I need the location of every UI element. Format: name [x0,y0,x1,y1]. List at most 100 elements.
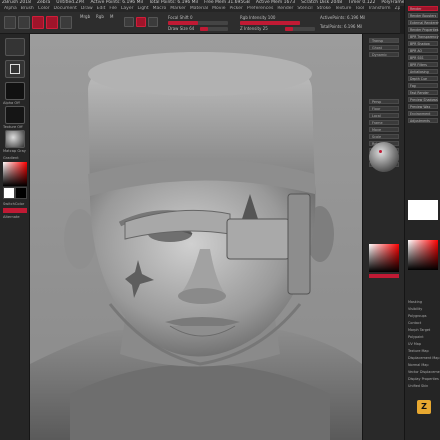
render-menu-item[interactable]: Render [408,6,438,11]
render-menu-item[interactable]: Depth Cue [408,76,438,81]
menu-item-layer[interactable]: Layer [121,6,134,11]
menu-item-macro[interactable]: Macro [153,6,167,11]
switch-color-label[interactable]: SwitchColor [3,202,24,206]
draw-size-slider[interactable] [200,27,228,31]
menu-item-draw[interactable]: Draw [81,6,93,11]
menu-item-edit[interactable]: Edit [97,6,106,11]
render-menu-item[interactable]: BPR Shadow [408,41,438,46]
view-button-persp[interactable]: Persp [369,99,399,104]
menu-item-preferences[interactable]: Preferences [247,6,273,11]
menu-item-document[interactable]: Document [54,6,77,11]
render-menu-label: BPR Filters [410,63,427,67]
tool-subpalette-item[interactable]: Contact [408,321,421,325]
canvas-viewport[interactable] [30,34,362,440]
alpha-selector-button[interactable] [5,82,25,100]
tool-subpalette-item[interactable]: Polypaint [408,335,424,339]
render-menu-item[interactable]: Fog [408,83,438,88]
menu-item-texture[interactable]: Texture [335,6,351,11]
view-button-scale[interactable]: Scale [369,134,399,139]
tool-subpalette-item[interactable]: Masking [408,300,422,304]
tool-subpalette-item[interactable]: UV Map [408,342,421,346]
render-menu-item[interactable]: BPR AO [408,48,438,53]
menu-item-marker[interactable]: Marker [170,6,186,11]
main-color-preview[interactable] [408,200,438,220]
view-button-frame[interactable]: Frame [369,120,399,125]
menu-item-light[interactable]: Light [137,6,148,11]
right-color-picker[interactable] [369,244,399,272]
render-menu-label: External Renderer [410,21,439,25]
render-menu-label: Preview Shadows [410,98,438,102]
alternate-label[interactable]: Alternate [3,215,20,219]
render-menu-item[interactable]: External Renderer [408,20,439,25]
menu-item-render[interactable]: Render [277,6,293,11]
z-intensity-slider[interactable] [285,27,315,31]
texture-selector-button[interactable] [5,106,25,124]
render-menu-item[interactable]: Environment [408,111,438,116]
render-menu-item[interactable]: Render Boosters [408,13,438,18]
render-menu-item[interactable]: Antialiasing [408,69,438,74]
render-menu-item[interactable]: Preview Wax [408,104,438,109]
draw-button[interactable] [18,16,30,29]
rotate-button[interactable] [60,16,72,29]
view-button-ghost[interactable]: Ghost [369,45,399,50]
mrgb-label[interactable]: Mrgb [80,14,90,19]
render-menu-item[interactable]: BPR Filters [408,62,438,67]
view-button-floor[interactable]: Floor [369,106,399,111]
material-selector-button[interactable] [5,130,25,148]
stroke-selector-button[interactable] [5,60,25,78]
tool-subpalette-item[interactable]: Unified Skin [408,384,428,388]
main-color-swatch[interactable] [3,187,15,199]
view-button-dynamic[interactable]: Dynamic [369,52,399,57]
menu-item-tool[interactable]: Tool [355,6,364,11]
render-menu-item[interactable]: Render Properties [408,27,438,32]
menu-item-movie[interactable]: Movie [212,6,225,11]
zcut-button[interactable] [148,17,158,27]
menu-item-zplugin[interactable]: Zplugin [395,6,400,11]
menu-item-stencil[interactable]: Stencil [297,6,312,11]
secondary-color-swatch[interactable] [15,187,27,199]
light-sphere[interactable] [369,142,399,172]
title-bar-item: Active Mem 1673 [255,0,296,5]
move-button[interactable] [32,16,44,29]
menu-item-material[interactable]: Material [190,6,208,11]
view-button-local[interactable]: Local [369,113,399,118]
render-menu-label: Preview Wax [410,105,431,109]
menu-item-brush[interactable]: Brush [21,6,34,11]
tool-subpalette-item[interactable]: Visibility [408,307,422,311]
tool-subpalette-item[interactable]: Normal Map [408,363,429,367]
edit-button[interactable] [4,16,16,29]
view-button-transp[interactable]: Transp [369,38,399,43]
color-picker[interactable] [3,162,27,186]
menu-item-alpha[interactable]: Alpha [4,6,17,11]
render-menu-item[interactable]: Fast Render [408,90,438,95]
view-button-move[interactable]: Move [369,127,399,132]
tool-subpalette-item[interactable]: Vector Displacement Map [408,370,440,374]
render-menu-item[interactable]: BPR SSS [408,55,438,60]
zsub-button[interactable] [136,17,146,27]
tool-subpalette-item[interactable]: Display Properties [408,377,439,381]
menu-item-stroke[interactable]: Stroke [317,6,331,11]
zbrush-logo-icon[interactable]: Z [417,400,431,414]
rgb-intensity-slider[interactable] [240,21,300,25]
zadd-button[interactable] [124,17,134,27]
render-menu-item[interactable]: BPR Transparency [408,34,439,39]
m-label[interactable]: M [110,14,113,19]
panel-color-picker[interactable] [408,240,438,270]
render-menu-label: Environment [410,112,431,116]
menu-item-color[interactable]: Color [38,6,50,11]
focal-shift-slider[interactable] [168,21,228,25]
menu-item-file[interactable]: File [109,6,117,11]
menu-item-picker[interactable]: Picker [229,6,242,11]
rgb-label[interactable]: Rgb [96,14,104,19]
tool-subpalette-item[interactable]: Displacement Map [408,356,440,360]
brush-selector-button[interactable] [5,38,25,56]
scale-button[interactable] [46,16,58,29]
tool-subpalette-item[interactable]: Texture Map [408,349,429,353]
tool-subpalette-item[interactable]: Polygroups [408,314,427,318]
menu-item-transform[interactable]: Transform [368,6,390,11]
alternate-color-bar[interactable] [3,208,27,213]
tool-subpalette-item[interactable]: Morph Target [408,328,430,332]
render-menu-item[interactable]: Adjustments [408,118,438,123]
render-menu-item[interactable]: Preview Shadows [408,97,438,102]
right-accent-bar[interactable] [369,274,399,278]
